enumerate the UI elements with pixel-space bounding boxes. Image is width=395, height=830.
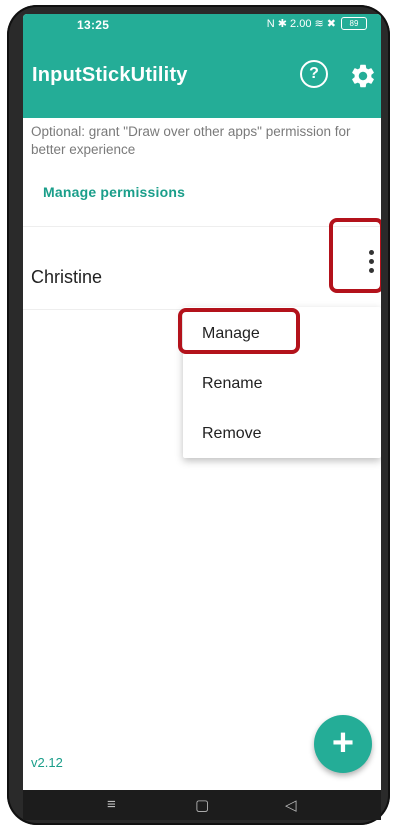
help-circle-icon[interactable]: ? (300, 60, 328, 88)
highlight-box-manage (178, 308, 300, 354)
home-nav-icon[interactable]: ▢ (195, 796, 209, 814)
manage-permissions-link[interactable]: Manage permissions (43, 184, 185, 200)
app-title: InputStickUtility (32, 64, 188, 86)
device-name[interactable]: Christine (31, 267, 102, 288)
app-bar: InputStickUtility ? (23, 38, 381, 118)
system-nav-bar: ≡ ▢ ◁ (23, 790, 381, 820)
highlight-box-overflow (329, 218, 381, 293)
status-time: 13:25 (77, 18, 110, 32)
back-nav-icon[interactable]: ◁ (285, 796, 297, 814)
version-label: v2.12 (31, 755, 63, 770)
permission-notice: Optional: grant "Draw over other apps" p… (31, 124, 351, 157)
divider (23, 226, 381, 227)
status-icons: N ✱ 2.00 ≋ ✖ 89 (267, 17, 367, 30)
menu-item-remove[interactable]: Remove (202, 425, 262, 443)
status-indicator-icons: N ✱ 2.00 ≋ ✖ (266, 18, 336, 30)
menu-nav-icon[interactable]: ≡ (107, 796, 116, 813)
battery-icon: 89 (341, 17, 367, 30)
add-device-button[interactable]: + (314, 715, 372, 773)
status-bar: 13:25 N ✱ 2.00 ≋ ✖ 89 (23, 14, 381, 38)
app-screen: 13:25 N ✱ 2.00 ≋ ✖ 89 InputStickUtility … (23, 14, 381, 790)
gear-icon[interactable] (349, 62, 377, 90)
menu-item-rename[interactable]: Rename (202, 375, 262, 393)
